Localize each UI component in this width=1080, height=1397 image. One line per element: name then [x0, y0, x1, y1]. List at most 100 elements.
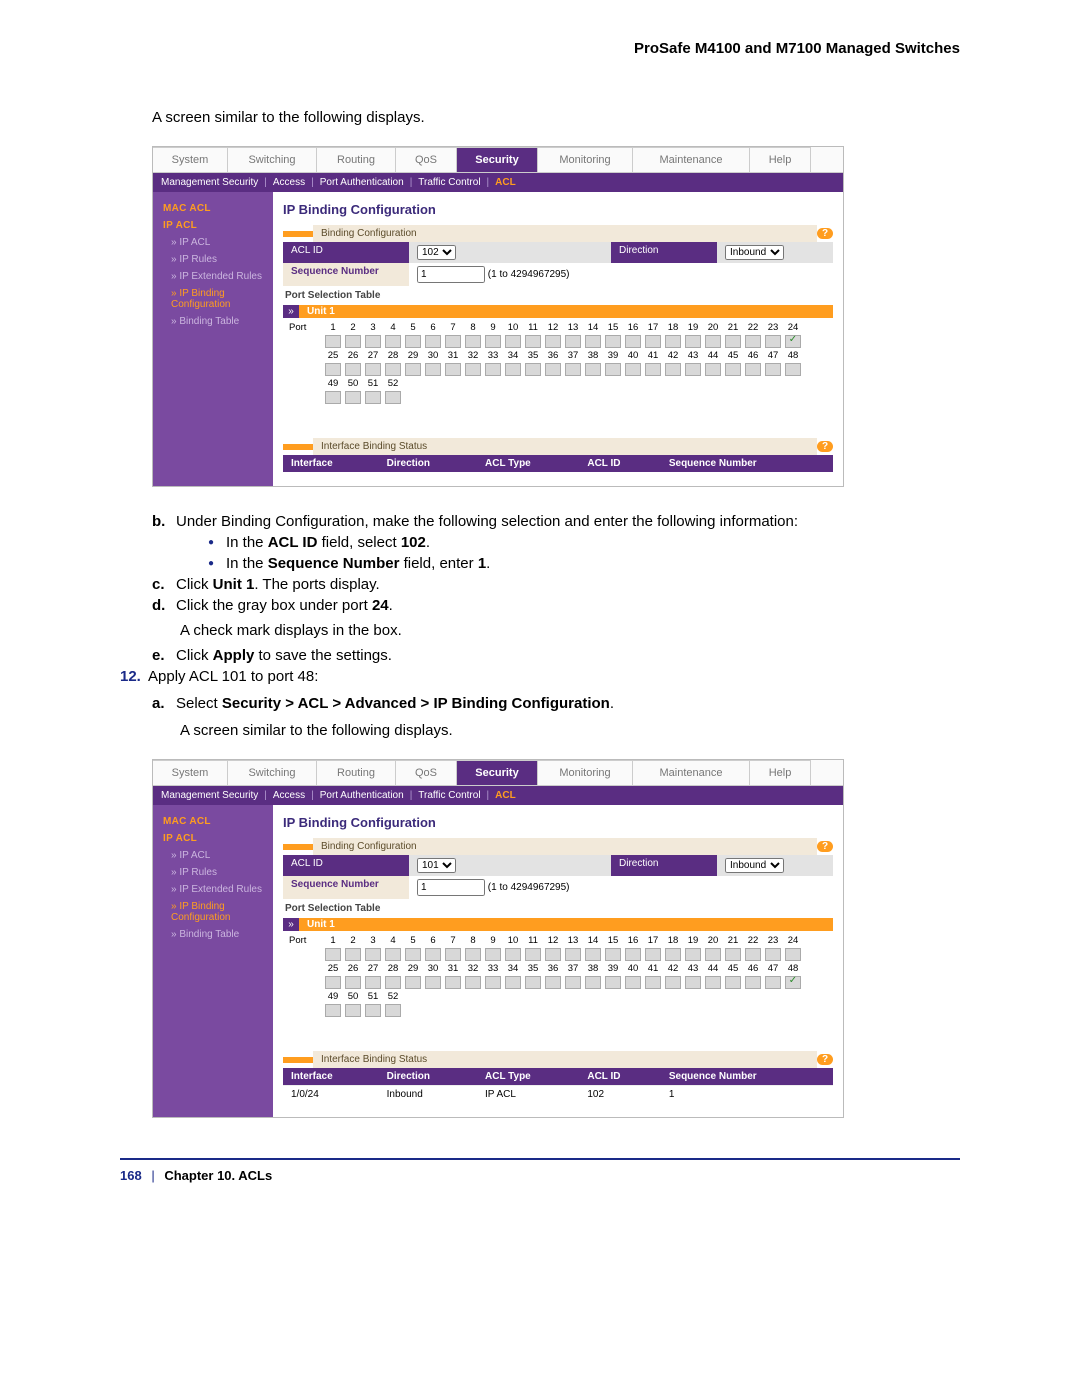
subnav-item[interactable]: ACL	[495, 177, 516, 188]
seq-num-input[interactable]	[417, 266, 485, 283]
port-checkbox-4[interactable]	[385, 335, 401, 348]
port-checkbox-36[interactable]	[545, 976, 561, 989]
port-checkbox-28[interactable]	[385, 363, 401, 376]
port-checkbox-49[interactable]	[325, 391, 341, 404]
port-checkbox-36[interactable]	[545, 363, 561, 376]
port-checkbox-35[interactable]	[525, 976, 541, 989]
port-checkbox-23[interactable]	[765, 335, 781, 348]
port-checkbox-20[interactable]	[705, 948, 721, 961]
port-checkbox-31[interactable]	[445, 363, 461, 376]
port-checkbox-2[interactable]	[345, 948, 361, 961]
port-checkbox-48[interactable]	[785, 363, 801, 376]
port-checkbox-25[interactable]	[325, 363, 341, 376]
direction-select[interactable]: Inbound	[725, 858, 784, 873]
port-checkbox-33[interactable]	[485, 976, 501, 989]
tab-switching[interactable]: Switching	[228, 760, 317, 785]
port-checkbox-43[interactable]	[685, 363, 701, 376]
port-checkbox-21[interactable]	[725, 948, 741, 961]
port-checkbox-11[interactable]	[525, 335, 541, 348]
tab-qos[interactable]: QoS	[396, 147, 457, 172]
sidebar-item[interactable]: » IP ACL	[153, 234, 273, 251]
direction-select[interactable]: Inbound	[725, 245, 784, 260]
port-checkbox-9[interactable]	[485, 948, 501, 961]
port-checkbox-12[interactable]	[545, 948, 561, 961]
port-checkbox-50[interactable]	[345, 1004, 361, 1017]
subnav-item[interactable]: ACL	[495, 790, 516, 801]
port-checkbox-39[interactable]	[605, 363, 621, 376]
port-checkbox-51[interactable]	[365, 1004, 381, 1017]
sidebar-item[interactable]: MAC ACL	[153, 813, 273, 830]
sidebar-item[interactable]: IP ACL	[153, 217, 273, 234]
port-checkbox-41[interactable]	[645, 363, 661, 376]
tab-maintenance[interactable]: Maintenance	[633, 760, 750, 785]
sidebar-item[interactable]: » IP Binding Configuration	[153, 898, 273, 926]
port-checkbox-32[interactable]	[465, 976, 481, 989]
port-checkbox-18[interactable]	[665, 335, 681, 348]
sidebar-item[interactable]: » IP Extended Rules	[153, 268, 273, 285]
port-checkbox-10[interactable]	[505, 948, 521, 961]
port-checkbox-17[interactable]	[645, 335, 661, 348]
subnav-item[interactable]: Management Security	[161, 177, 258, 188]
port-checkbox-21[interactable]	[725, 335, 741, 348]
port-checkbox-7[interactable]	[445, 335, 461, 348]
port-checkbox-13[interactable]	[565, 948, 581, 961]
tab-monitoring[interactable]: Monitoring	[538, 760, 633, 785]
port-checkbox-28[interactable]	[385, 976, 401, 989]
seq-num-input[interactable]	[417, 879, 485, 896]
port-checkbox-26[interactable]	[345, 363, 361, 376]
help-icon[interactable]: ?	[817, 841, 833, 852]
sidebar-item[interactable]: » IP ACL	[153, 847, 273, 864]
port-checkbox-37[interactable]	[565, 976, 581, 989]
port-checkbox-10[interactable]	[505, 335, 521, 348]
port-checkbox-18[interactable]	[665, 948, 681, 961]
port-checkbox-30[interactable]	[425, 976, 441, 989]
port-checkbox-24[interactable]	[785, 948, 801, 961]
port-checkbox-22[interactable]	[745, 335, 761, 348]
port-checkbox-6[interactable]	[425, 948, 441, 961]
port-checkbox-46[interactable]	[745, 363, 761, 376]
port-checkbox-9[interactable]	[485, 335, 501, 348]
subnav-item[interactable]: Access	[273, 790, 305, 801]
acl-id-select[interactable]: 101	[417, 858, 456, 873]
port-checkbox-27[interactable]	[365, 363, 381, 376]
port-checkbox-4[interactable]	[385, 948, 401, 961]
port-checkbox-29[interactable]	[405, 976, 421, 989]
port-checkbox-19[interactable]	[685, 335, 701, 348]
sidebar-item[interactable]: » IP Rules	[153, 864, 273, 881]
port-checkbox-3[interactable]	[365, 948, 381, 961]
port-checkbox-16[interactable]	[625, 335, 641, 348]
help-icon[interactable]: ?	[817, 228, 833, 239]
port-checkbox-39[interactable]	[605, 976, 621, 989]
port-checkbox-27[interactable]	[365, 976, 381, 989]
port-checkbox-49[interactable]	[325, 1004, 341, 1017]
port-checkbox-15[interactable]	[605, 948, 621, 961]
tab-security[interactable]: Security	[457, 147, 538, 172]
tab-security[interactable]: Security	[457, 760, 538, 785]
port-checkbox-13[interactable]	[565, 335, 581, 348]
port-checkbox-33[interactable]	[485, 363, 501, 376]
help-icon[interactable]: ?	[817, 1054, 833, 1065]
tab-routing[interactable]: Routing	[317, 760, 396, 785]
unit-label[interactable]: Unit 1	[299, 918, 343, 931]
subnav-item[interactable]: Port Authentication	[320, 790, 404, 801]
subnav-item[interactable]: Traffic Control	[418, 177, 480, 188]
port-checkbox-12[interactable]	[545, 335, 561, 348]
port-checkbox-14[interactable]	[585, 948, 601, 961]
port-checkbox-34[interactable]	[505, 976, 521, 989]
tab-maintenance[interactable]: Maintenance	[633, 147, 750, 172]
port-checkbox-45[interactable]	[725, 363, 741, 376]
port-checkbox-6[interactable]	[425, 335, 441, 348]
sidebar-item[interactable]: » IP Rules	[153, 251, 273, 268]
port-checkbox-42[interactable]	[665, 363, 681, 376]
tab-system[interactable]: System	[153, 760, 228, 785]
port-checkbox-32[interactable]	[465, 363, 481, 376]
port-checkbox-20[interactable]	[705, 335, 721, 348]
tab-help[interactable]: Help	[750, 760, 811, 785]
port-checkbox-22[interactable]	[745, 948, 761, 961]
port-checkbox-38[interactable]	[585, 363, 601, 376]
unit-label[interactable]: Unit 1	[299, 305, 343, 318]
subnav-item[interactable]: Access	[273, 177, 305, 188]
port-checkbox-43[interactable]	[685, 976, 701, 989]
sidebar-item[interactable]: » Binding Table	[153, 926, 273, 943]
port-checkbox-17[interactable]	[645, 948, 661, 961]
